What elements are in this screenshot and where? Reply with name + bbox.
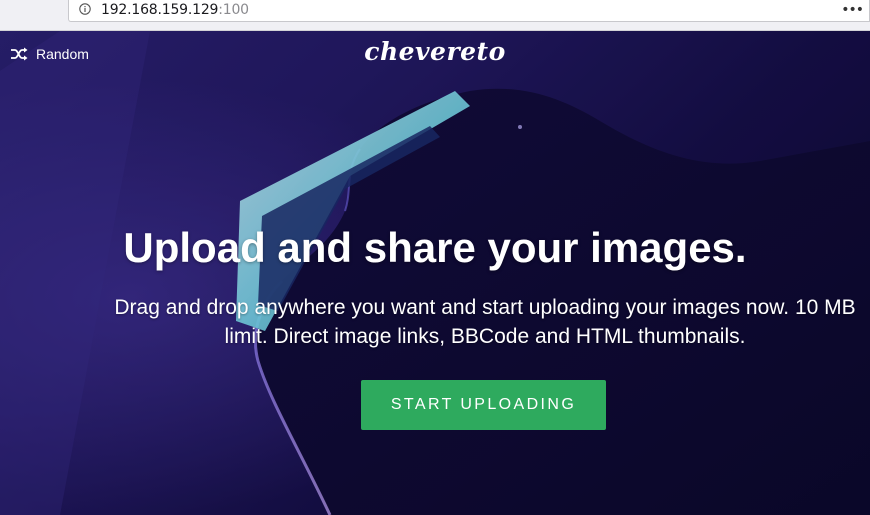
hero-description: Drag and drop anywhere you want and star…: [114, 296, 856, 348]
more-horizontal-icon[interactable]: •••: [841, 2, 864, 18]
url-port: :100: [218, 2, 249, 18]
start-uploading-button[interactable]: START UPLOADING: [361, 380, 606, 430]
browser-toolbar: 192.168.159.129:100 •••: [0, 0, 870, 31]
address-bar[interactable]: 192.168.159.129:100 •••: [68, 0, 870, 22]
hero-section: Random chevereto Upload and share your i…: [0, 31, 870, 515]
hero-headline: Upload and share your images.: [123, 224, 747, 271]
chevereto-logo[interactable]: chevereto: [0, 37, 870, 66]
hero-background-image: [0, 31, 870, 515]
url-text[interactable]: 192.168.159.129:100: [101, 1, 249, 19]
info-icon[interactable]: [79, 3, 91, 15]
url-host: 192.168.159.129: [101, 2, 219, 18]
